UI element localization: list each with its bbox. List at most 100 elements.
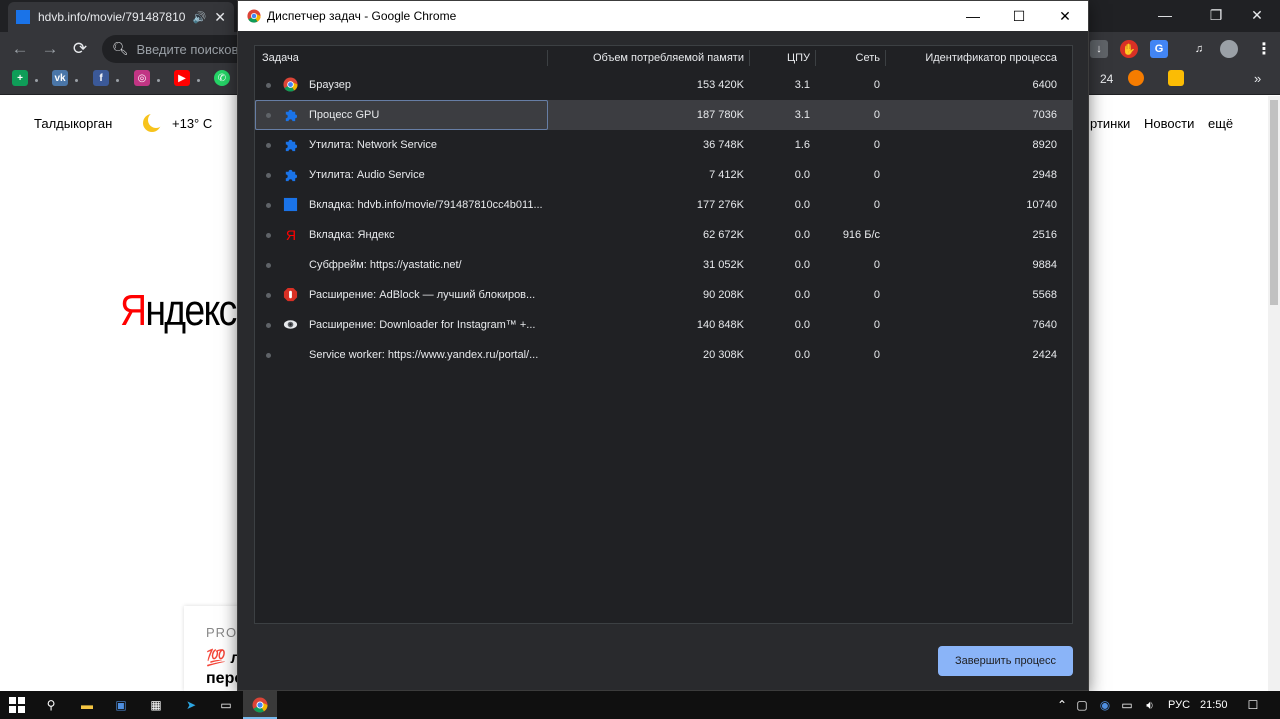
speaker-icon[interactable]: 🔊 [193,11,207,24]
network-value: 0 [873,319,880,331]
browser-minimize-button[interactable]: — [1142,0,1188,30]
row-dot [266,203,271,208]
process-name: Субфрейм: https://yastatic.net/ [309,259,462,271]
taskbar-chrome-icon[interactable] [251,696,269,714]
process-table[interactable]: Задача Объем потребляемой памяти ЦПУ Сет… [254,45,1073,624]
table-header: Задача Объем потребляемой памяти ЦПУ Сет… [255,46,1072,70]
browser-menu-icon[interactable]: ⋮ [1255,40,1273,58]
notifications-icon[interactable]: ☐ [1244,696,1262,714]
table-row[interactable]: Расширение: AdBlock — лучший блокиров...… [255,280,1072,310]
cpu-value: 0.0 [794,349,810,361]
column-network[interactable]: Сеть [856,52,880,64]
media-control-icon[interactable]: ♫ [1190,40,1208,58]
yandex-logo[interactable]: Яндекс [120,286,237,336]
city-name[interactable]: Талдыкорган [34,116,112,131]
memory-value: 177 276K [696,199,744,211]
table-row[interactable]: Расширение: Downloader for Instagram™ +.… [255,310,1072,340]
tray-chevron-icon[interactable]: ⌃ [1053,696,1071,714]
tray-app-icon[interactable]: ▢ [1073,696,1091,714]
row-dot [266,263,271,268]
profile-avatar[interactable] [1220,40,1238,58]
network-value: 0 [873,289,880,301]
youtube-icon[interactable]: ▶ [174,70,190,86]
bookmark-orange-icon[interactable] [1128,70,1144,86]
clock[interactable]: 21:50 [1200,699,1228,711]
download-extension-icon[interactable]: ↓ [1090,40,1108,58]
nav-pictures[interactable]: ртинки [1090,116,1130,131]
window-title: Диспетчер задач - Google Chrome [267,9,457,23]
page-scrollbar[interactable] [1268,96,1280,691]
maximize-button[interactable]: ☐ [996,1,1042,31]
temperature[interactable]: +13° С [172,116,212,131]
volume-icon[interactable]: 🔉︎ [1141,696,1159,714]
bookmark-icon[interactable]: + [12,70,28,86]
browser-restore-button[interactable]: ❐ [1193,0,1239,30]
language-indicator[interactable]: РУС [1168,699,1190,711]
end-process-button[interactable]: Завершить процесс [938,646,1073,676]
network-value: 0 [873,169,880,181]
windows-start-icon[interactable] [8,696,26,714]
close-button[interactable]: ✕ [1042,1,1088,31]
pid-value: 7640 [1032,319,1057,331]
pid-value: 5568 [1032,289,1057,301]
memory-value: 90 208K [703,289,744,301]
instagram-icon[interactable]: ◎ [134,70,150,86]
eye-icon [283,317,298,332]
column-cpu[interactable]: ЦПУ [787,52,810,64]
card-kicker: PRO [206,625,238,640]
table-row[interactable]: Процесс GPU 187 780K 3.1 0 7036 [255,100,1072,130]
browser-tab[interactable]: hdvb.info/movie/791487810c 🔊 ✕ [8,2,234,32]
table-row[interactable]: Субфрейм: https://yastatic.net/31 052K 0.… [255,250,1072,280]
cpu-value: 0.0 [794,289,810,301]
monitor-app-icon[interactable]: ▭ [217,696,235,714]
memory-value: 140 848K [696,319,744,331]
calculator-icon[interactable]: ▦ [147,696,165,714]
memory-value: 153 420K [696,79,744,91]
vk-icon[interactable]: vk [52,70,68,86]
network-icon[interactable]: ▭ [1118,696,1136,714]
facebook-icon[interactable]: f [93,70,109,86]
svg-text:Я: Я [286,227,296,242]
translate-extension-icon[interactable]: G [1150,40,1168,58]
row-dot [266,83,271,88]
cpu-value: 0.0 [794,319,810,331]
browser-close-button[interactable]: ✕ [1234,0,1280,30]
forward-arrow-icon[interactable]: → [39,38,61,60]
memory-value: 31 052K [703,259,744,271]
nav-news[interactable]: Новости [1144,116,1194,131]
save-app-icon[interactable]: ▣ [112,696,130,714]
process-name: Утилита: Network Service [309,139,437,151]
task-manager-titlebar[interactable]: Диспетчер задач - Google Chrome — ☐ ✕ [238,1,1088,31]
tray-chrome-icon[interactable]: ◉ [1096,696,1114,714]
table-row[interactable]: Утилита: Audio Service 7 412K 0.0 0 2948 [255,160,1072,190]
row-dot [266,353,271,358]
tab-favicon-icon [16,10,30,24]
nav-more[interactable]: ещё [1208,116,1233,131]
column-memory[interactable]: Объем потребляемой памяти [593,52,744,64]
network-value: 0 [873,109,880,121]
bookmark-badge: 24 [1100,72,1114,86]
cpu-value: 0.0 [794,259,810,271]
bookmark-chat-icon[interactable] [1168,70,1184,86]
table-row[interactable]: Утилита: Network Service 36 748K 1.6 0 8920 [255,130,1072,160]
minimize-button[interactable]: — [950,1,996,31]
news-card[interactable]: PRO 💯 л пере [184,606,244,691]
adblock-extension-icon[interactable]: ✋ [1120,40,1138,58]
table-row[interactable]: Браузер 153 420K 3.1 0 6400 [255,70,1072,100]
reload-icon[interactable]: ⟳ [69,38,91,60]
whatsapp-icon[interactable]: ✆ [214,70,230,86]
row-dot [266,173,271,178]
column-task[interactable]: Задача [262,52,299,64]
back-arrow-icon[interactable]: ← [9,38,31,60]
telegram-icon[interactable]: ➤ [182,696,200,714]
column-pid[interactable]: Идентификатор процесса [925,52,1057,64]
file-explorer-icon[interactable]: ▬ [78,696,96,714]
network-value: 916 Б/с [842,229,880,241]
taskbar-search-icon[interactable]: ⚲ [42,696,60,714]
tab-close-icon[interactable]: ✕ [214,9,226,26]
table-row[interactable]: Я Вкладка: Яндекс 62 672K 0.0 916 Б/с 2516 [255,220,1072,250]
cpu-value: 0.0 [794,229,810,241]
more-bookmarks-icon[interactable]: » [1254,71,1261,86]
table-row[interactable]: Service worker: https://www.yandex.ru/po… [255,340,1072,370]
table-row[interactable]: Вкладка: hdvb.info/movie/791487810cc4b01… [255,190,1072,220]
